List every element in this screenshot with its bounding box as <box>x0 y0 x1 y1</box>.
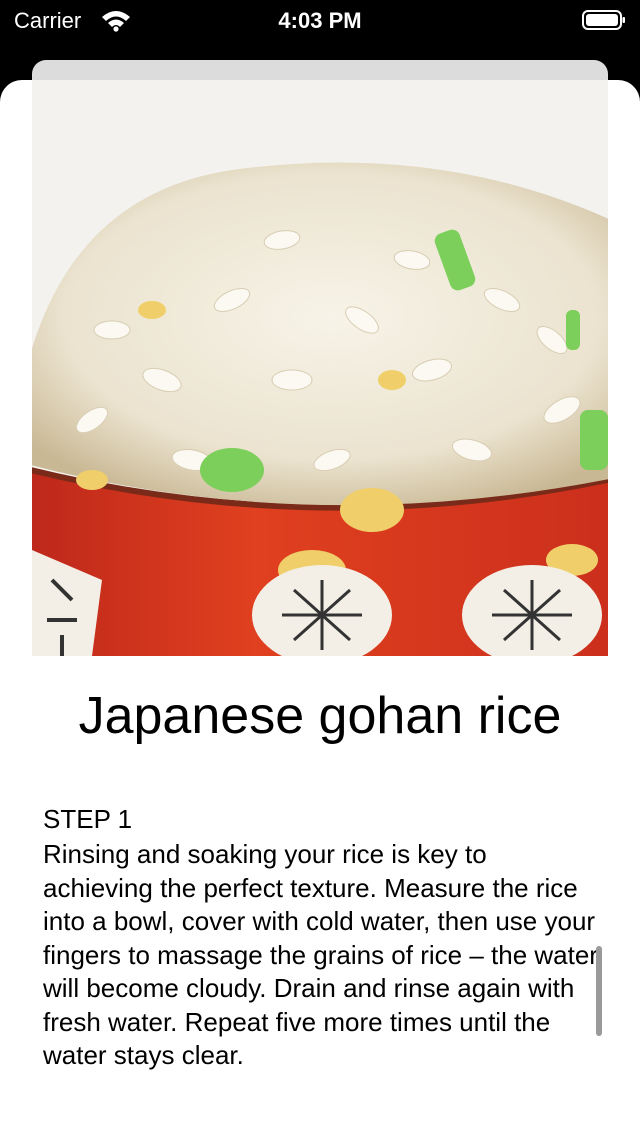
scroll-indicator[interactable] <box>596 946 602 1036</box>
rice-bowl-illustration <box>32 80 608 656</box>
recipe-sheet[interactable]: Japanese gohan rice STEP 1 Rinsing and s… <box>0 80 640 1136</box>
recipe-title: Japanese gohan rice <box>78 687 562 745</box>
step-heading: STEP 1 <box>43 804 133 834</box>
rice-bowl-photo <box>32 80 608 656</box>
status-bar: Carrier 4:03 PM <box>0 0 640 40</box>
status-time: 4:03 PM <box>278 8 362 33</box>
battery-icon <box>582 10 625 30</box>
step-text: Rinsing and soaking your rice is key to … <box>43 839 598 1070</box>
